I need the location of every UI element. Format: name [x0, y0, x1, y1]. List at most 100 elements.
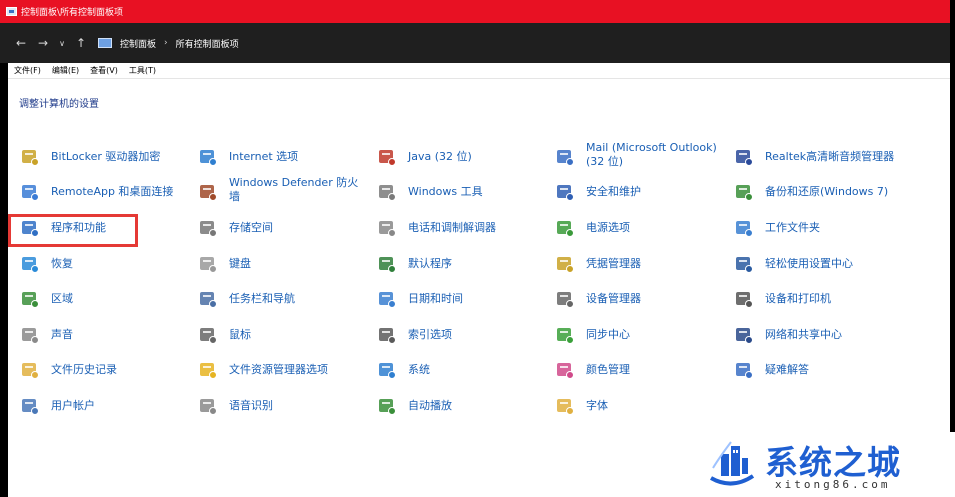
control-panel-item[interactable]: 工作文件夹	[734, 218, 904, 248]
control-panel-item[interactable]: Mail (Microsoft Outlook) (32 位)	[555, 141, 725, 177]
control-panel-icon	[6, 7, 17, 16]
control-panel-item-label: 自动播放	[408, 399, 452, 412]
printer-icon	[734, 289, 754, 309]
control-panel-item-label: 区域	[51, 292, 73, 305]
control-panel-item[interactable]: 同步中心	[555, 325, 725, 355]
title-bar: 控制面板\所有控制面板项	[0, 0, 950, 23]
forward-button[interactable]: →	[32, 36, 54, 50]
breadcrumb-all-items[interactable]: 所有控制面板项	[176, 37, 239, 50]
breadcrumb-control-panel[interactable]: 控制面板	[120, 37, 156, 50]
control-panel-item[interactable]: 字体	[555, 396, 725, 426]
navigation-bar: ← → ∨ ↑ 控制面板 › 所有控制面板项	[0, 23, 950, 63]
internet-icon	[198, 147, 218, 167]
control-panel-item[interactable]: Internet 选项	[198, 147, 368, 177]
microphone-icon	[198, 396, 218, 416]
up-button[interactable]: ↑	[70, 36, 92, 50]
index-icon	[377, 325, 397, 345]
control-panel-item[interactable]: 区域	[20, 289, 190, 319]
control-panel-item[interactable]: 文件资源管理器选项	[198, 360, 368, 390]
control-panel-item[interactable]: 设备和打印机	[734, 289, 904, 319]
control-panel-item[interactable]: 索引选项	[377, 325, 547, 355]
window: 控制面板\所有控制面板项 ← → ∨ ↑ 控制面板 › 所有控制面板项 文件(F…	[0, 0, 955, 497]
control-panel-item[interactable]: 存储空间	[198, 218, 368, 248]
control-panel-item-label: Windows 工具	[408, 185, 483, 198]
control-panel-item-label: 疑难解答	[765, 363, 809, 376]
control-panel-item[interactable]: 系统	[377, 360, 547, 390]
control-panel-item[interactable]: 恢复	[20, 254, 190, 284]
back-button[interactable]: ←	[10, 36, 32, 50]
control-panel-item-label: 系统	[408, 363, 430, 376]
folder-options-icon	[198, 360, 218, 380]
control-panel-item[interactable]: 疑难解答	[734, 360, 904, 390]
datetime-icon	[377, 289, 397, 309]
breadcrumb-separator[interactable]: ›	[164, 38, 168, 48]
control-panel-item-label: Internet 选项	[229, 150, 299, 163]
control-panel-item[interactable]: 颜色管理	[555, 360, 725, 390]
control-panel-item[interactable]: BitLocker 驱动器加密	[20, 147, 190, 177]
control-panel-item-label: 语音识别	[229, 399, 273, 412]
control-panel-item[interactable]: 备份和还原(Windows 7)	[734, 182, 904, 212]
control-panel-item[interactable]: 文件历史记录	[20, 360, 190, 390]
control-panel-item-label: 轻松使用设置中心	[765, 257, 853, 270]
control-panel-item[interactable]: 任务栏和导航	[198, 289, 368, 319]
control-panel-item[interactable]: 网络和共享中心	[734, 325, 904, 355]
menu-tools[interactable]: 工具(T)	[129, 65, 156, 76]
control-panel-item[interactable]: Windows 工具	[377, 182, 547, 212]
control-panel-item[interactable]: 凭据管理器	[555, 254, 725, 284]
control-panel-item-label: Realtek高清晰音频管理器	[765, 150, 895, 163]
control-panel-item[interactable]: Windows Defender 防火墙	[198, 176, 368, 212]
address-bar[interactable]: 控制面板 › 所有控制面板项	[98, 32, 950, 54]
city-logo-icon	[710, 441, 755, 486]
control-panel-item[interactable]: 电话和调制解调器	[377, 218, 547, 248]
control-panel-item-label: 日期和时间	[408, 292, 463, 305]
control-panel-item[interactable]: 语音识别	[198, 396, 368, 426]
control-panel-item[interactable]: 轻松使用设置中心	[734, 254, 904, 284]
control-panel-item-label: 恢复	[51, 257, 73, 270]
control-panel-item-label: RemoteApp 和桌面连接	[51, 185, 174, 198]
firewall-icon	[198, 182, 218, 202]
control-panel-item-label: Java (32 位)	[408, 150, 472, 163]
control-panel-item[interactable]: 电源选项	[555, 218, 725, 248]
control-panel-item[interactable]: 声音	[20, 325, 190, 355]
credential-icon	[555, 254, 575, 274]
control-panel-item[interactable]: 程序和功能	[20, 218, 190, 248]
control-panel-icon	[98, 38, 112, 48]
control-panel-item-label: 文件历史记录	[51, 363, 117, 376]
control-panel-item[interactable]: Java (32 位)	[377, 147, 547, 177]
control-panel-item-label: 用户帐户	[51, 399, 95, 412]
java-icon	[377, 147, 397, 167]
control-panel-item-label: 设备和打印机	[765, 292, 831, 305]
control-panel-item[interactable]: 安全和维护	[555, 182, 725, 212]
control-panel-item[interactable]: Realtek高清晰音频管理器	[734, 147, 904, 177]
autoplay-icon	[377, 396, 397, 416]
control-panel-item[interactable]: 日期和时间	[377, 289, 547, 319]
control-panel-item[interactable]: 鼠标	[198, 325, 368, 355]
watermark-url: xitong86.com	[775, 478, 891, 491]
recent-locations-button[interactable]: ∨	[54, 39, 70, 48]
control-panel-item-label: 颜色管理	[586, 363, 630, 376]
control-panel-item[interactable]: 设备管理器	[555, 289, 725, 319]
mail-icon	[555, 147, 575, 167]
menu-view[interactable]: 查看(V)	[90, 65, 118, 76]
realtek-icon	[734, 147, 754, 167]
device-manager-icon	[555, 289, 575, 309]
control-panel-item[interactable]: 用户帐户	[20, 396, 190, 426]
control-panel-item[interactable]: RemoteApp 和桌面连接	[20, 182, 190, 212]
control-panel-item-label: 设备管理器	[586, 292, 641, 305]
security-flag-icon	[555, 182, 575, 202]
control-panel-item[interactable]: 默认程序	[377, 254, 547, 284]
control-panel-item-label: 任务栏和导航	[229, 292, 295, 305]
ease-of-access-icon	[734, 254, 754, 274]
control-panel-item-label: 电话和调制解调器	[408, 221, 496, 234]
control-panel-item-label: 同步中心	[586, 328, 630, 341]
control-panel-item[interactable]: 键盘	[198, 254, 368, 284]
backup-icon	[734, 182, 754, 202]
menu-edit[interactable]: 编辑(E)	[52, 65, 79, 76]
font-icon	[555, 396, 575, 416]
taskbar-icon	[198, 289, 218, 309]
work-folders-icon	[734, 218, 754, 238]
menu-file[interactable]: 文件(F)	[14, 65, 41, 76]
window-title: 控制面板\所有控制面板项	[21, 8, 124, 18]
control-panel-item-label: 字体	[586, 399, 608, 412]
control-panel-item[interactable]: 自动播放	[377, 396, 547, 426]
